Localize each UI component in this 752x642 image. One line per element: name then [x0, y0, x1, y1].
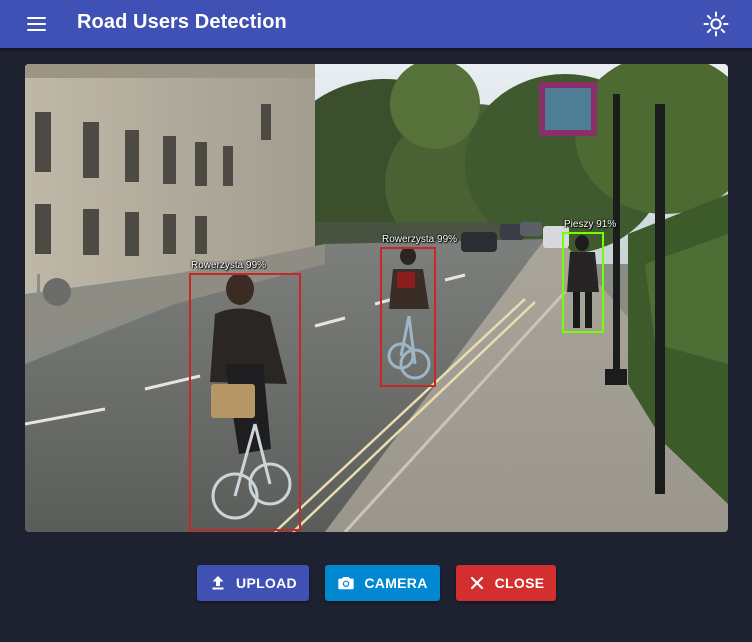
detection-image: Rowerzysta 99% Rowerzysta 99% Pieszy 91% [25, 64, 728, 532]
upload-icon [212, 576, 224, 590]
camera-icon [338, 577, 355, 590]
upload-button[interactable]: UPLOAD [197, 565, 309, 601]
close-icon [470, 576, 483, 590]
app-bar: Road Users Detection [0, 0, 752, 48]
menu-button[interactable] [20, 10, 54, 38]
menu-icon [27, 23, 46, 25]
menu-icon [27, 17, 46, 19]
brightness-icon [703, 11, 729, 37]
action-bar: UPLOAD CAMERA CLOSE [0, 565, 752, 601]
bounding-box: Pieszy 91% [562, 219, 616, 333]
upload-label: UPLOAD [236, 575, 297, 591]
detection-label: Pieszy 91% [564, 219, 617, 230]
detection-label: Rowerzysta 99% [382, 234, 458, 245]
menu-icon [27, 29, 46, 31]
camera-label: CAMERA [364, 575, 428, 591]
close-button[interactable]: CLOSE [456, 565, 556, 601]
bounding-box: Rowerzysta 99% [380, 234, 457, 387]
bounding-box: Rowerzysta 99% [189, 260, 301, 531]
app-title: Road Users Detection [77, 11, 287, 33]
detection-label: Rowerzysta 99% [191, 260, 267, 271]
camera-button[interactable]: CAMERA [325, 565, 440, 601]
close-label: CLOSE [494, 575, 545, 591]
theme-toggle-button[interactable] [700, 8, 732, 40]
street-photo [25, 64, 728, 532]
